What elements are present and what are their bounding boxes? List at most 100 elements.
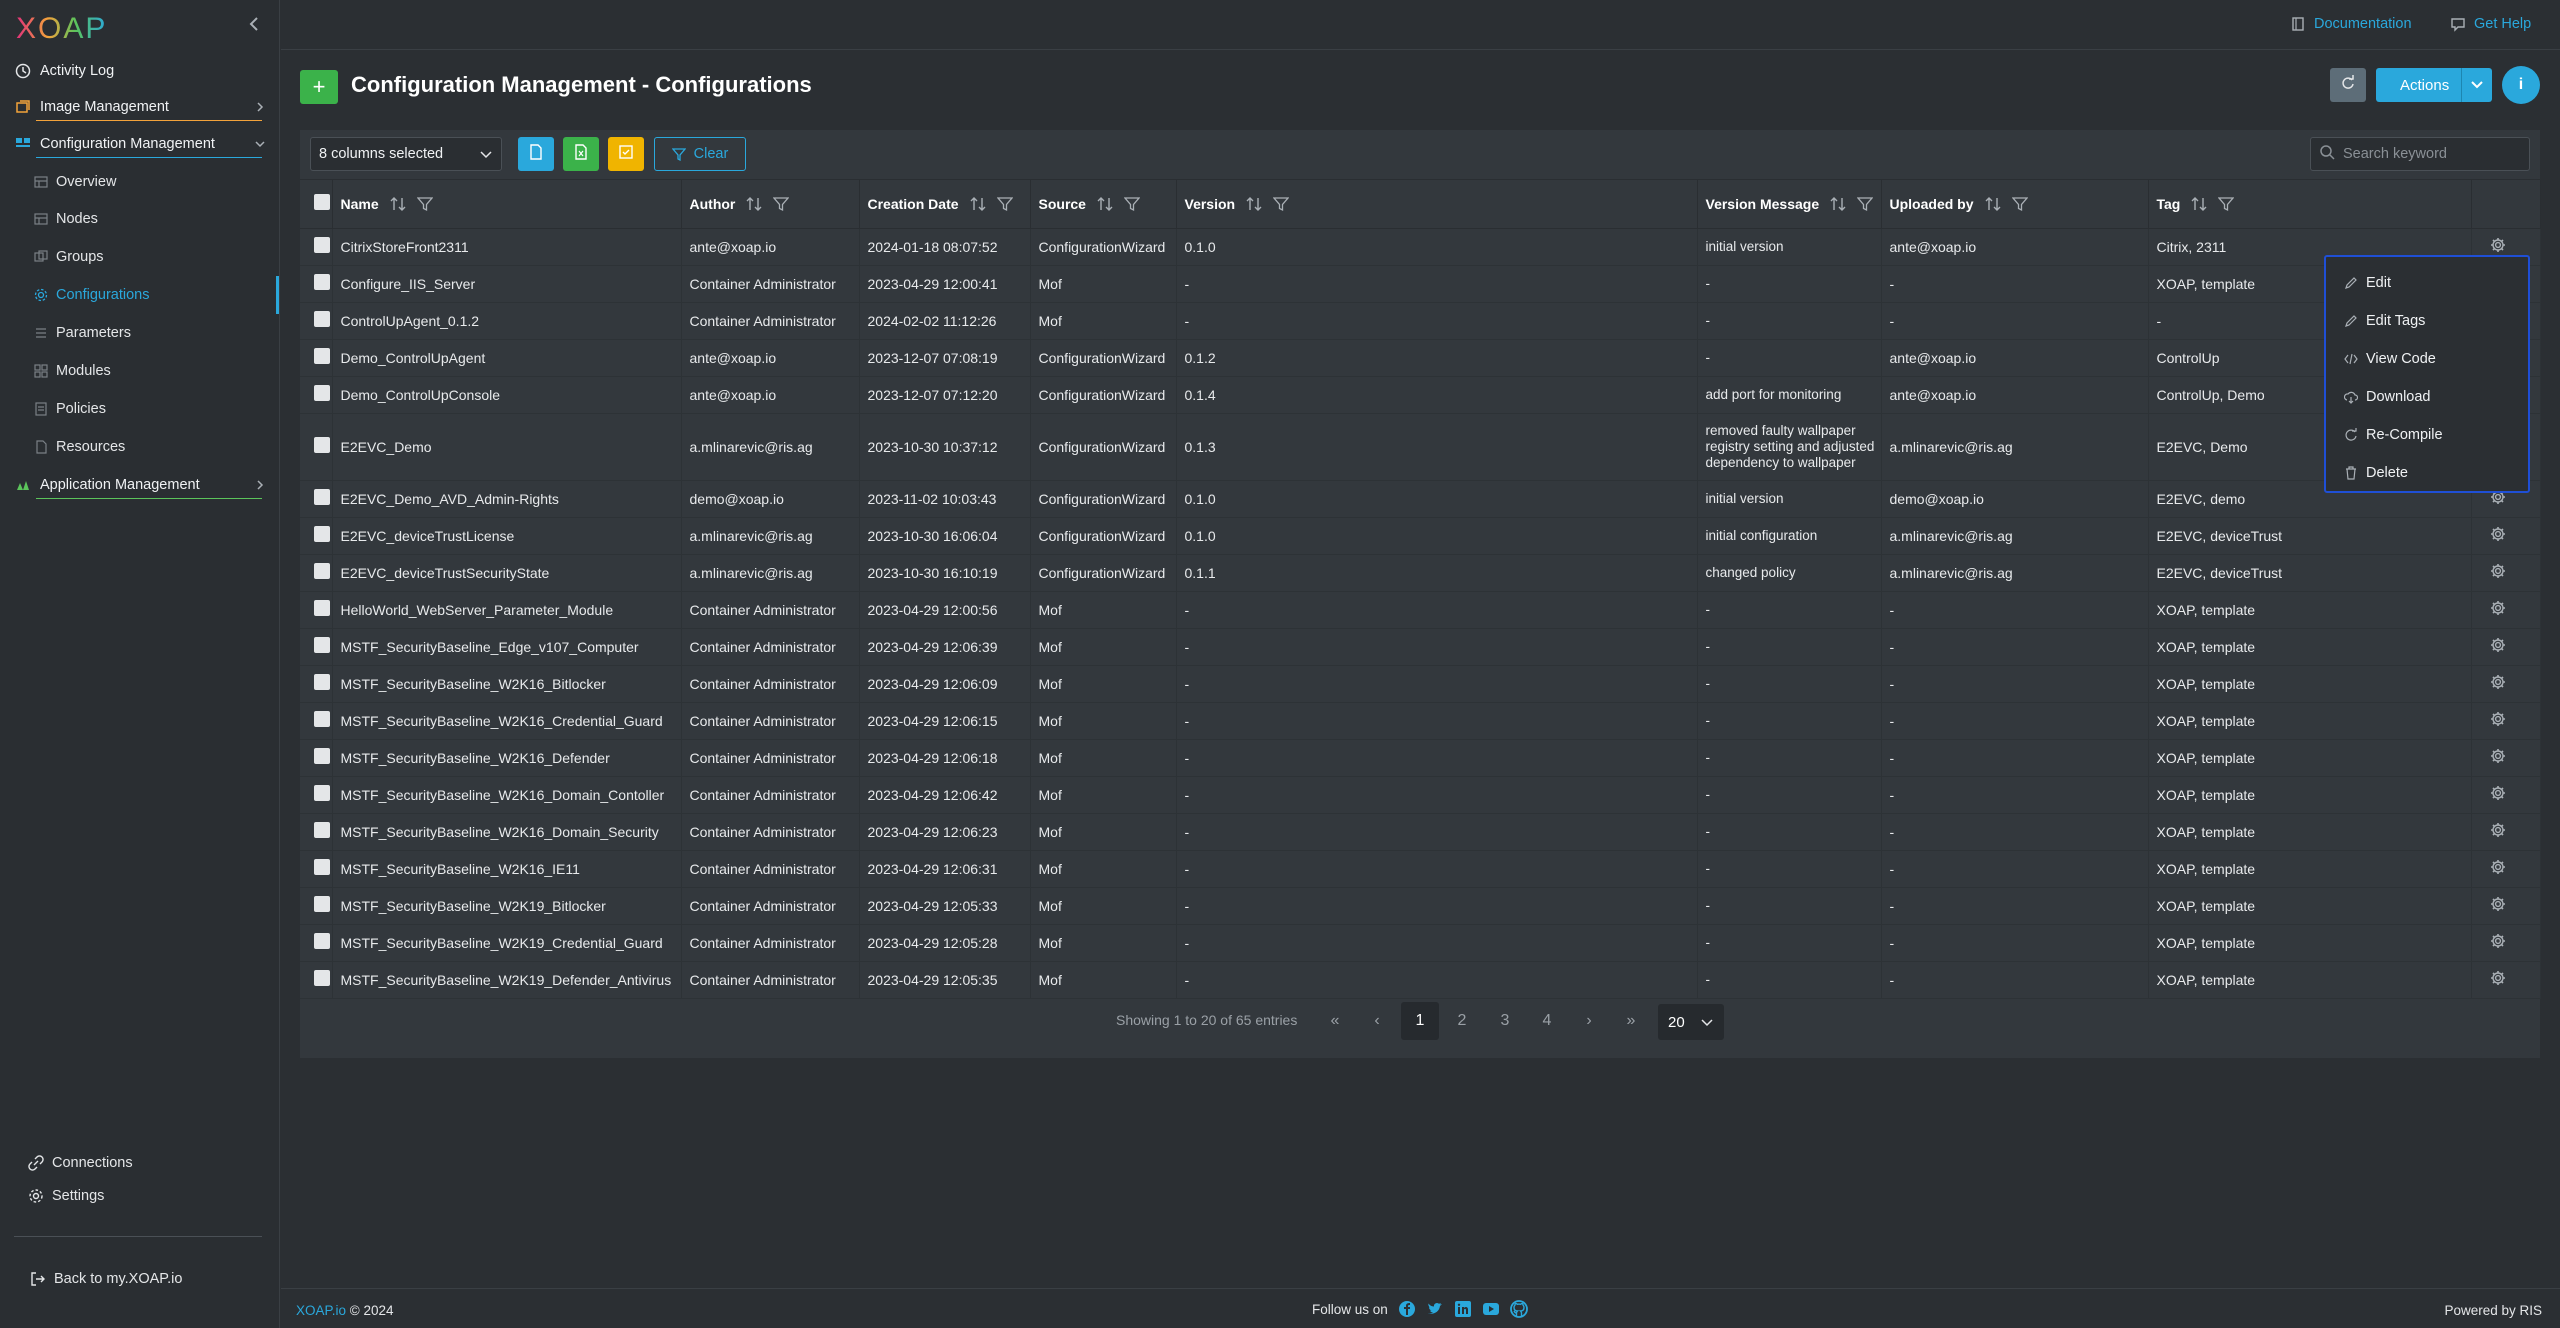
sidebar-item-application-management[interactable]: Application Management	[14, 472, 266, 498]
menu-item-edit-tags[interactable]: Edit Tags	[2344, 310, 2425, 332]
sidebar-item-parameters[interactable]: Parameters	[34, 321, 131, 345]
next-page-icon[interactable]: ›	[1570, 1002, 1608, 1040]
table-row[interactable]: E2EVC_Demo_AVD_Admin-Rights demo@xoap.io 2…	[300, 480, 2541, 518]
table-row[interactable]: Configure_IIS_Server Container Administra…	[300, 265, 2541, 303]
row-checkbox[interactable]	[314, 822, 330, 838]
table-row[interactable]: E2EVC_deviceTrustSecurityState a.mlinarev…	[300, 554, 2541, 592]
first-page-icon[interactable]: «	[1316, 1002, 1354, 1040]
sort-icon[interactable]	[389, 196, 407, 212]
table-row[interactable]: ControlUpAgent_0.1.2 Container Administra…	[300, 302, 2541, 340]
table-row[interactable]: MSTF_SecurityBaseline_W2K16_Credential_G…	[300, 702, 2541, 740]
gear-icon[interactable]	[2490, 785, 2506, 801]
row-checkbox[interactable]	[314, 896, 330, 912]
table-row[interactable]: MSTF_SecurityBaseline_W2K16_Defender Cont…	[300, 739, 2541, 777]
row-checkbox[interactable]	[314, 526, 330, 542]
get-help-link[interactable]: Get Help	[2450, 16, 2531, 32]
row-checkbox[interactable]	[314, 748, 330, 764]
sidebar-item-configurations[interactable]: Configurations	[34, 283, 150, 307]
info-button[interactable]: i	[2502, 66, 2540, 104]
export-excel-button[interactable]	[563, 137, 599, 171]
add-configuration-button[interactable]: +	[300, 70, 338, 104]
gear-icon[interactable]	[2490, 711, 2506, 727]
table-row[interactable]: HelloWorld_WebServer_Parameter_Module Con…	[300, 591, 2541, 629]
table-row[interactable]: E2EVC_deviceTrustLicense a.mlinarevic@ris…	[300, 517, 2541, 555]
github-icon[interactable]	[1509, 1300, 1528, 1318]
page-1[interactable]: 1	[1401, 1002, 1439, 1040]
row-checkbox[interactable]	[314, 600, 330, 616]
table-row[interactable]: E2EVC_Demo a.mlinarevic@ris.ag 2023-10-30 …	[300, 413, 2541, 481]
filter-icon[interactable]	[996, 196, 1013, 212]
collapse-sidebar-icon[interactable]	[244, 14, 264, 34]
filter-icon[interactable]	[1857, 196, 1874, 212]
per-page-select[interactable]: 20	[1658, 1004, 1724, 1040]
filter-icon[interactable]	[2011, 196, 2028, 212]
sort-icon[interactable]	[969, 196, 987, 212]
sidebar-item-nodes[interactable]: Nodes	[34, 207, 98, 231]
table-row[interactable]: MSTF_SecurityBaseline_W2K19_Credential_G…	[300, 924, 2541, 962]
row-checkbox[interactable]	[314, 274, 330, 290]
sort-icon[interactable]	[2190, 196, 2208, 212]
row-checkbox[interactable]	[314, 859, 330, 875]
row-checkbox[interactable]	[314, 563, 330, 579]
gear-icon[interactable]	[2490, 859, 2506, 875]
sidebar-item-policies[interactable]: Policies	[34, 397, 106, 421]
filter-icon[interactable]	[1123, 196, 1140, 212]
actions-dropdown-button[interactable]: Actions	[2376, 68, 2492, 102]
row-checkbox[interactable]	[314, 785, 330, 801]
table-row[interactable]: Demo_ControlUpConsole ante@xoap.io 2023-12…	[300, 376, 2541, 414]
export-pdf-button[interactable]	[608, 137, 644, 171]
last-page-icon[interactable]: »	[1612, 1002, 1650, 1040]
export-csv-button[interactable]	[518, 137, 554, 171]
row-checkbox[interactable]	[314, 674, 330, 690]
sidebar-item-groups[interactable]: Groups	[34, 245, 104, 269]
refresh-button[interactable]	[2330, 68, 2366, 102]
sort-icon[interactable]	[1096, 196, 1114, 212]
row-checkbox[interactable]	[314, 385, 330, 401]
sort-icon[interactable]	[1984, 196, 2002, 212]
menu-item-delete[interactable]: Delete	[2344, 462, 2408, 484]
table-row[interactable]: Demo_ControlUpAgent ante@xoap.io 2023-12-0…	[300, 339, 2541, 377]
linkedin-icon[interactable]	[1454, 1300, 1472, 1318]
sidebar-item-settings[interactable]: Settings	[28, 1184, 104, 1208]
menu-item-view-code[interactable]: View Code	[2344, 348, 2436, 370]
sidebar-item-connections[interactable]: Connections	[28, 1151, 133, 1175]
gear-icon[interactable]	[2490, 822, 2506, 838]
filter-icon[interactable]	[1273, 196, 1290, 212]
xoap-logo[interactable]: XOAP	[16, 10, 116, 44]
back-to-xoap-link[interactable]: Back to my.XOAP.io	[30, 1267, 182, 1291]
table-row[interactable]: MSTF_SecurityBaseline_W2K16_IE11 Containe…	[300, 850, 2541, 888]
columns-select[interactable]: 8 columns selected	[310, 137, 502, 171]
sidebar-item-overview[interactable]: Overview	[34, 170, 116, 194]
chevron-down-icon[interactable]	[2462, 78, 2492, 92]
sort-icon[interactable]	[1245, 196, 1263, 212]
row-checkbox[interactable]	[314, 489, 330, 505]
gear-icon[interactable]	[2490, 896, 2506, 912]
clear-filters-button[interactable]: Clear	[654, 137, 746, 171]
page-3[interactable]: 3	[1486, 1002, 1524, 1040]
page-4[interactable]: 4	[1528, 1002, 1566, 1040]
row-checkbox[interactable]	[314, 237, 330, 253]
filter-icon[interactable]	[2218, 196, 2235, 212]
sidebar-item-configuration-management[interactable]: Configuration Management	[14, 131, 266, 157]
prev-page-icon[interactable]: ‹	[1358, 1002, 1396, 1040]
sidebar-item-resources[interactable]: Resources	[34, 435, 125, 459]
search-box[interactable]	[2310, 137, 2530, 171]
row-checkbox[interactable]	[314, 311, 330, 327]
gear-icon[interactable]	[2490, 237, 2506, 253]
menu-item-edit[interactable]: Edit	[2344, 272, 2391, 294]
twitter-icon[interactable]	[1426, 1300, 1444, 1318]
gear-icon[interactable]	[2490, 970, 2506, 986]
gear-icon[interactable]	[2490, 526, 2506, 542]
sidebar-item-activity-log[interactable]: Activity Log	[14, 58, 266, 84]
table-row[interactable]: MSTF_SecurityBaseline_W2K19_Bitlocker Con…	[300, 887, 2541, 925]
gear-icon[interactable]	[2490, 748, 2506, 764]
sort-icon[interactable]	[1829, 196, 1847, 212]
row-checkbox[interactable]	[314, 348, 330, 364]
xoap-link[interactable]: XOAP.io	[296, 1303, 346, 1318]
table-row[interactable]: MSTF_SecurityBaseline_Edge_v107_Computer…	[300, 628, 2541, 666]
table-row[interactable]: MSTF_SecurityBaseline_W2K16_Domain_Conto…	[300, 776, 2541, 814]
sort-icon[interactable]	[745, 196, 763, 212]
page-2[interactable]: 2	[1443, 1002, 1481, 1040]
search-input[interactable]	[2343, 146, 2523, 162]
gear-icon[interactable]	[2490, 933, 2506, 949]
